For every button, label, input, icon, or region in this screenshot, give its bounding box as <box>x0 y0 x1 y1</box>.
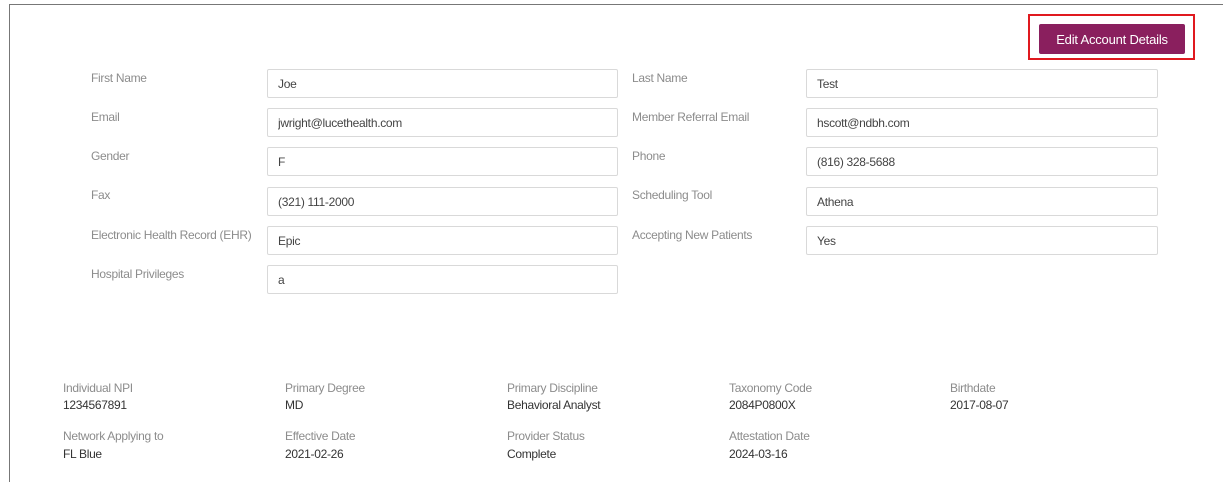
last-name-field[interactable] <box>806 69 1158 98</box>
phone-field[interactable] <box>806 147 1158 176</box>
effective-date-label: Effective Date <box>285 429 356 443</box>
email-field[interactable] <box>267 108 618 137</box>
email-label: Email <box>91 110 120 124</box>
ehr-label: Electronic Health Record (EHR) <box>91 228 252 242</box>
phone-label: Phone <box>632 149 666 163</box>
taxonomy-code-value: 2084P0800X <box>729 398 796 412</box>
network-applying-to-label: Network Applying to <box>63 429 164 443</box>
gender-field[interactable] <box>267 147 618 176</box>
accepting-new-patients-field[interactable] <box>806 226 1158 255</box>
hospital-privileges-field[interactable] <box>267 265 618 294</box>
attestation-date-label: Attestation Date <box>729 429 810 443</box>
primary-discipline-label: Primary Discipline <box>507 381 598 395</box>
provider-status-value: Complete <box>507 447 556 461</box>
gender-label: Gender <box>91 149 130 163</box>
first-name-field[interactable] <box>267 69 618 98</box>
last-name-label: Last Name <box>632 71 688 85</box>
attestation-date-value: 2024-03-16 <box>729 447 788 461</box>
individual-npi-value: 1234567891 <box>63 398 127 412</box>
edit-account-details-button[interactable]: Edit Account Details <box>1039 24 1185 54</box>
primary-discipline-value: Behavioral Analyst <box>507 398 601 412</box>
scheduling-tool-field[interactable] <box>806 187 1158 216</box>
member-referral-email-label: Member Referral Email <box>632 110 750 124</box>
taxonomy-code-label: Taxonomy Code <box>729 381 812 395</box>
ehr-field[interactable] <box>267 226 618 255</box>
first-name-label: First Name <box>91 71 147 85</box>
individual-npi-label: Individual NPI <box>63 381 133 395</box>
provider-status-label: Provider Status <box>507 429 585 443</box>
network-applying-to-value: FL Blue <box>63 447 102 461</box>
birthdate-label: Birthdate <box>950 381 996 395</box>
scheduling-tool-label: Scheduling Tool <box>632 188 713 202</box>
frame-border-top <box>9 4 1223 5</box>
member-referral-email-field[interactable] <box>806 108 1158 137</box>
fax-field[interactable] <box>267 187 618 216</box>
primary-degree-label: Primary Degree <box>285 381 365 395</box>
effective-date-value: 2021-02-26 <box>285 447 344 461</box>
accepting-new-patients-label: Accepting New Patients <box>632 228 753 242</box>
account-details-page: Edit Account Details First Name Last Nam… <box>0 0 1223 482</box>
primary-degree-value: MD <box>285 398 304 412</box>
birthdate-value: 2017-08-07 <box>950 398 1009 412</box>
fax-label: Fax <box>91 188 111 202</box>
hospital-privileges-label: Hospital Privileges <box>91 267 185 281</box>
frame-border-left <box>9 4 10 482</box>
